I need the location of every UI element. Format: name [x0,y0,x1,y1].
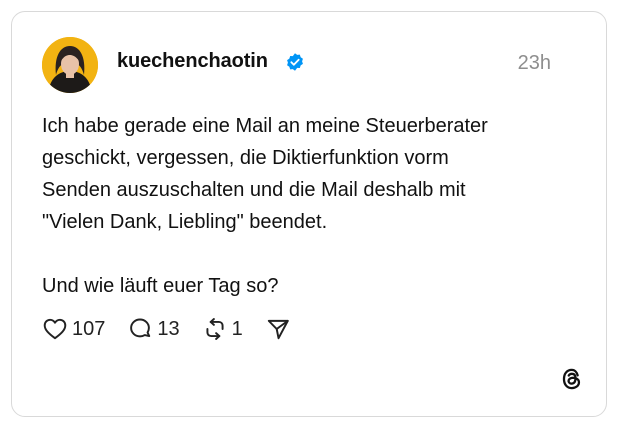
send-icon [267,319,289,340]
avatar-image [42,37,98,93]
comment-icon [130,318,151,338]
reply-button[interactable]: 13 [127,316,180,342]
post-card: kuechenchaotin 23h Ich habe gerade eine … [11,11,607,417]
share-button[interactable] [265,316,291,342]
action-bar: 107 13 1 [42,315,313,343]
reply-count: 13 [157,317,180,340]
verified-badge-icon [287,53,303,71]
heart-icon [43,318,67,340]
repost-icon [206,318,224,340]
threads-logo-icon[interactable] [559,366,585,392]
repost-button[interactable]: 1 [202,316,243,342]
avatar[interactable] [42,37,98,93]
repost-count: 1 [231,317,243,340]
like-button[interactable]: 107 [42,316,105,342]
timestamp: 23h [517,52,551,74]
username[interactable]: kuechenchaotin [117,50,268,73]
post-text: Ich habe gerade eine Mail an meine Steue… [42,115,488,297]
like-count: 107 [72,317,106,340]
